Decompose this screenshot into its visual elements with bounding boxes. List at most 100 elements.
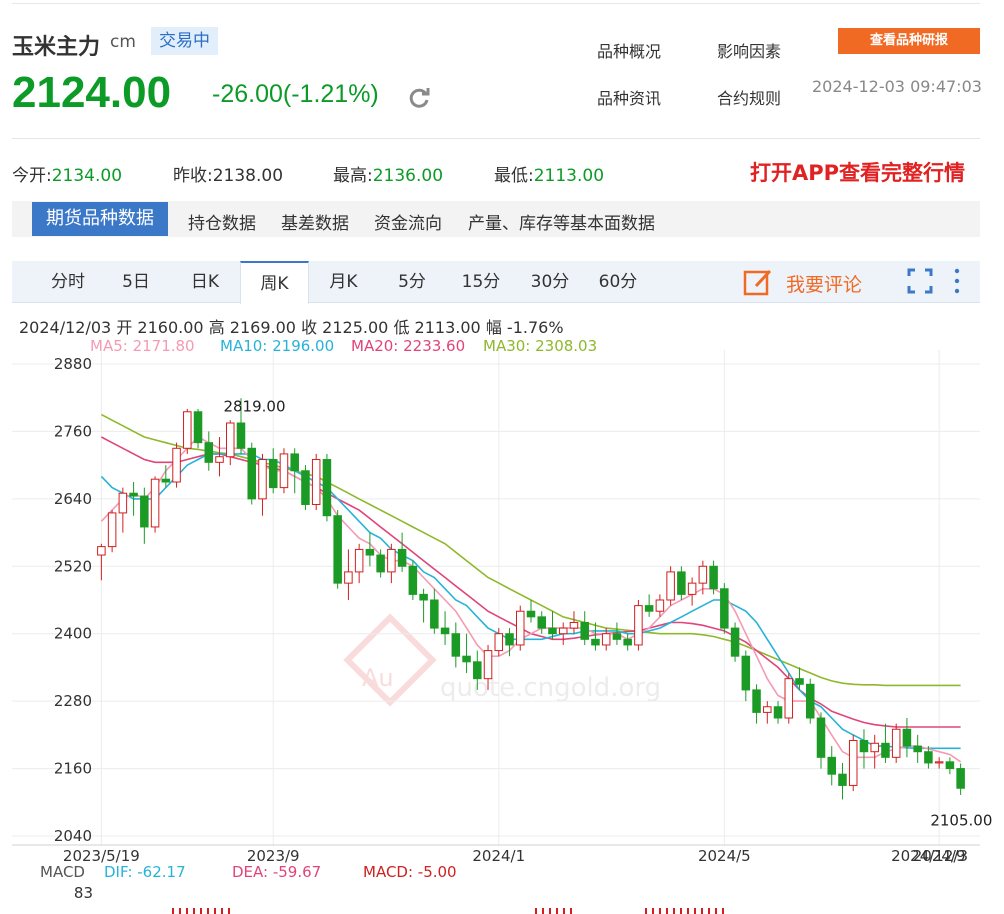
candle-body	[290, 453, 299, 472]
candle-body	[247, 447, 256, 500]
stat-high: 最高:2136.00	[333, 166, 444, 186]
candle-body	[226, 422, 235, 458]
tab-15min[interactable]: 15分	[446, 261, 516, 303]
candle-body	[462, 655, 471, 663]
candle-body	[816, 717, 826, 758]
macd-bar	[708, 908, 710, 914]
candle-body	[397, 548, 407, 567]
candle-body	[902, 728, 912, 747]
candle-body	[924, 751, 933, 764]
info-low-label: 低	[393, 318, 410, 337]
x-tick-label: 2024/1	[472, 847, 525, 865]
macd-axis-label: 83	[74, 884, 93, 902]
y-tick-label: 2040	[54, 827, 92, 845]
candle-body	[118, 492, 128, 514]
candle-body	[279, 453, 289, 489]
candle-body	[827, 756, 837, 775]
more-options-icon[interactable]	[950, 267, 964, 295]
macd-bar	[542, 908, 544, 914]
tab-60min[interactable]: 60分	[584, 261, 652, 303]
candle-info-bar: 2024/12/03 开 2160.00 高 2169.00 收 2125.00…	[19, 314, 564, 338]
kline-chart[interactable]: 288027602640252024002280216020402023/5/1…	[0, 350, 1004, 914]
header-divider	[12, 138, 980, 139]
candle-body	[204, 442, 214, 463]
stat-open: 今开:2134.00	[12, 166, 123, 186]
contract-title: 玉米主力	[12, 35, 101, 60]
candle-body	[784, 678, 794, 719]
x-tick-label: 2024/5	[698, 847, 751, 865]
research-report-button[interactable]: 查看品种研报	[838, 28, 980, 54]
candle-body	[516, 610, 525, 646]
subnav-fundamentals[interactable]: 产量、库存等基本面数据	[468, 209, 655, 234]
open-app-link[interactable]: 打开APP查看完整行情	[750, 157, 965, 187]
candle-body	[945, 761, 955, 770]
refresh-icon[interactable]	[406, 85, 432, 111]
subnav-fund-flow[interactable]: 资金流向	[374, 209, 442, 234]
candle-body	[806, 683, 815, 719]
link-overview[interactable]: 品种概况	[597, 38, 661, 62]
candle-body	[376, 554, 385, 573]
macd-bar	[701, 908, 703, 914]
subnav-futures-data[interactable]: 期货品种数据	[32, 202, 168, 236]
macd-bar	[535, 908, 537, 914]
subnav-basis[interactable]: 基差数据	[281, 209, 349, 234]
tab-weekly-k[interactable]: 周K	[240, 261, 309, 304]
subnav-positions[interactable]: 持仓数据	[188, 209, 256, 234]
info-high: 2169.00	[229, 318, 296, 337]
candle-body	[494, 633, 504, 652]
link-factors[interactable]: 影响因素	[717, 38, 781, 62]
candle-body	[322, 459, 332, 517]
candle-body	[558, 627, 568, 635]
contract-unit: cm	[110, 32, 136, 52]
tab-monthly-k[interactable]: 月K	[309, 261, 378, 303]
tab-daily-k[interactable]: 日K	[170, 261, 240, 303]
candle-body	[440, 627, 450, 635]
tab-5min[interactable]: 5分	[378, 261, 446, 303]
tab-30min[interactable]: 30分	[516, 261, 584, 303]
candle-body	[644, 605, 654, 612]
tab-5day[interactable]: 5日	[102, 261, 170, 303]
candle-body	[612, 633, 622, 640]
macd-legend-item: DEA: -59.67	[232, 863, 321, 881]
macd-bar	[556, 908, 558, 914]
candle-body	[354, 548, 364, 573]
candle-body	[687, 582, 697, 595]
candle-body	[365, 548, 375, 556]
info-date: 2024/12/03	[19, 318, 112, 337]
candle-body	[473, 661, 482, 680]
candle-body	[387, 548, 396, 573]
candle-body	[419, 593, 428, 601]
candle-body	[870, 742, 879, 753]
extreme-annotation: 2105.00	[930, 811, 992, 829]
info-range-label: 幅	[485, 318, 502, 337]
macd-bar	[722, 908, 724, 914]
macd-bar	[694, 908, 696, 914]
comment-button[interactable]: 我要评论	[786, 270, 862, 297]
candle-body	[891, 728, 901, 758]
candle-body	[698, 565, 708, 584]
candle-body	[268, 459, 278, 489]
candle-body	[301, 470, 310, 505]
macd-bar	[207, 908, 209, 914]
macd-bar	[200, 908, 202, 914]
tab-intraday[interactable]: 分时	[34, 261, 102, 303]
macd-bar	[186, 908, 188, 914]
x-tick-label: 2024/12/3	[891, 847, 968, 865]
link-news[interactable]: 品种资讯	[597, 85, 661, 109]
macd-bar	[179, 908, 181, 914]
candle-body	[752, 689, 761, 713]
link-contract-rules[interactable]: 合约规则	[717, 85, 781, 109]
macd-bar	[221, 908, 223, 914]
candle-body	[601, 633, 611, 646]
candle-body	[129, 492, 138, 497]
candle-body	[623, 638, 632, 646]
info-range: -1.76%	[506, 318, 564, 337]
candle-body	[773, 706, 783, 719]
candle-body	[956, 768, 965, 789]
candle-body	[161, 478, 171, 483]
fullscreen-icon[interactable]	[906, 267, 934, 295]
price-change: -26.00(-1.21%)	[212, 80, 379, 108]
edit-comment-icon[interactable]	[742, 266, 776, 298]
candle-body	[763, 706, 772, 713]
stat-low: 最低:2113.00	[494, 166, 605, 186]
